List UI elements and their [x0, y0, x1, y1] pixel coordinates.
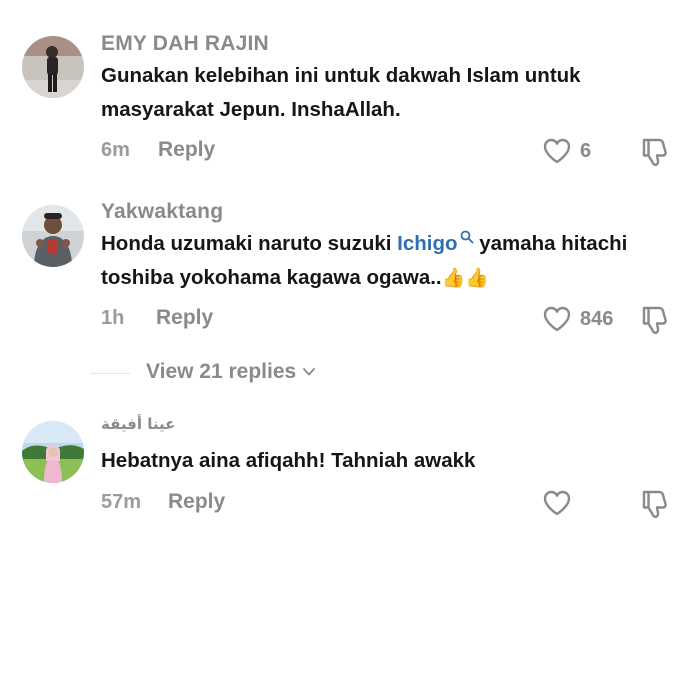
comment-username[interactable]: EMY DAH RAJIN — [101, 32, 269, 56]
comment-timestamp: 1h — [101, 307, 125, 329]
view-replies-button[interactable]: View 21 replies — [146, 360, 316, 384]
comment-text-line: Hebatnya aina afiqahh! Tahniah awakk — [101, 449, 476, 472]
comment-text-segment: yamaha hitachi — [473, 232, 628, 255]
like-count: 6 — [580, 139, 592, 162]
reply-button[interactable]: Reply — [158, 138, 215, 162]
like-button[interactable]: 846 — [542, 305, 613, 333]
comment-timestamp: 6m — [101, 139, 130, 161]
like-button[interactable] — [542, 489, 580, 517]
comments-panel: EMY DAH RAJIN Gunakan kelebihan ini untu… — [0, 0, 691, 689]
comment-text-line: masyarakat Jepun. InshaAllah. — [101, 98, 401, 121]
comment-text: Hebatnya aina afiqahh! Tahniah awakk — [101, 444, 661, 478]
thumbs-down-icon — [642, 306, 667, 334]
chevron-down-icon — [303, 368, 316, 376]
heart-outline-icon — [543, 490, 571, 516]
avatar[interactable] — [22, 36, 84, 98]
comment-text-line: Honda uzumaki naruto suzuki Ichigo yamah… — [101, 227, 661, 261]
comment-text-segment: Honda uzumaki naruto suzuki — [101, 232, 398, 255]
dislike-button[interactable] — [640, 136, 670, 173]
thumbs-down-icon — [642, 138, 667, 166]
heart-outline-icon — [543, 138, 571, 164]
comment-text: Honda uzumaki naruto suzuki Ichigo yamah… — [101, 227, 661, 296]
dislike-button[interactable] — [640, 488, 670, 525]
comment-text-segment: toshiba yokohama kagawa ogawa.. — [101, 266, 442, 289]
comment-text-line: toshiba yokohama kagawa ogawa..👍👍 — [101, 261, 661, 296]
comment-username[interactable]: Yakwaktang — [101, 200, 223, 224]
search-icon[interactable] — [460, 221, 474, 255]
reply-button[interactable]: Reply — [168, 490, 225, 514]
thumbs-down-icon — [642, 490, 667, 518]
avatar[interactable] — [22, 421, 84, 483]
thumbs-up-emoji: 👍👍 — [441, 268, 489, 289]
dislike-button[interactable] — [640, 304, 670, 341]
replies-divider — [90, 373, 130, 374]
mention-link[interactable]: Ichigo — [397, 232, 457, 255]
comment-text: Gunakan kelebihan ini untuk dakwah Islam… — [101, 59, 661, 127]
avatar[interactable] — [22, 205, 84, 267]
view-replies-label: View 21 replies — [146, 360, 297, 383]
comment-timestamp: 57m — [101, 491, 142, 513]
comment-text-line: Gunakan kelebihan ini untuk dakwah Islam… — [101, 64, 581, 87]
like-button[interactable]: 6 — [542, 137, 591, 165]
like-count: 846 — [580, 307, 614, 330]
reply-button[interactable]: Reply — [156, 306, 213, 330]
heart-outline-icon — [543, 306, 571, 332]
comment-username[interactable]: عينا أفيقة — [101, 415, 175, 433]
